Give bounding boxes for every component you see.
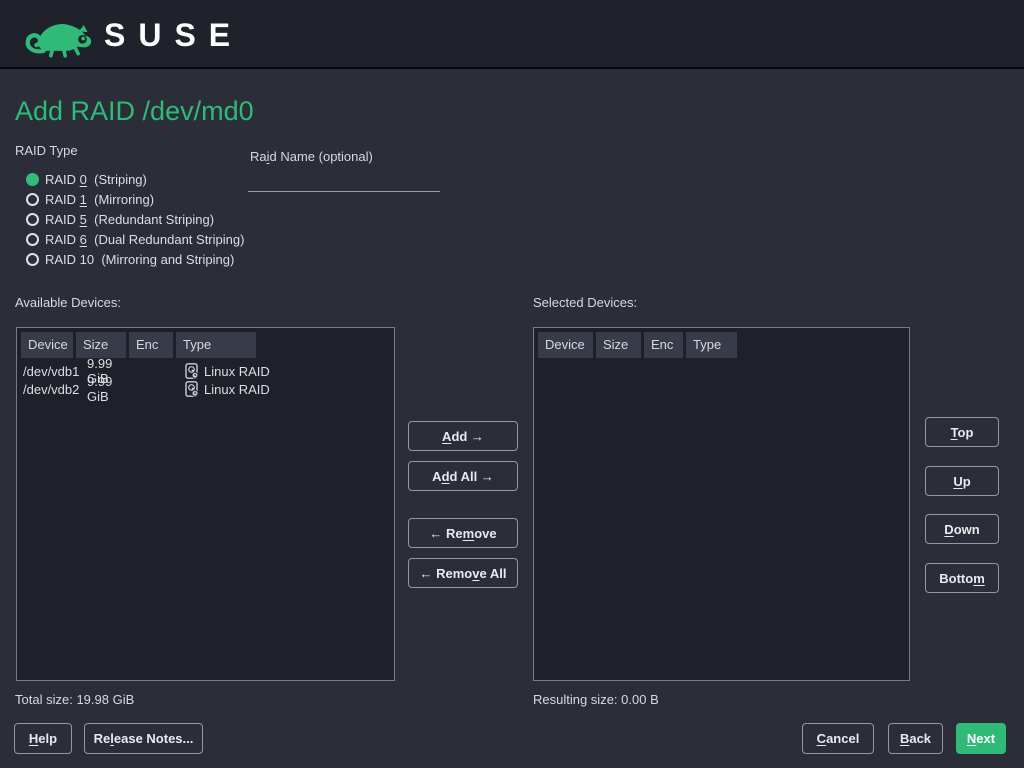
resulting-size-text: Resulting size: 0.00 B bbox=[533, 692, 659, 707]
column-header-device: Device bbox=[21, 332, 73, 358]
table-row[interactable]: /dev/vdb1 9.99 GiB Linux RAID bbox=[23, 362, 394, 380]
radio-raid-10[interactable]: RAID 10 (Mirroring and Striping) bbox=[26, 249, 244, 269]
selected-devices-label: Selected Devices: bbox=[533, 295, 637, 310]
chameleon-icon bbox=[22, 12, 94, 58]
radio-icon bbox=[26, 213, 39, 226]
partition-icon bbox=[185, 381, 198, 397]
radio-icon bbox=[26, 233, 39, 246]
radio-raid-1[interactable]: RAID 1 (Mirroring) bbox=[26, 189, 244, 209]
column-header-size: Size bbox=[76, 332, 126, 358]
remove-all-button[interactable]: ← Remove All bbox=[408, 558, 518, 588]
add-all-button[interactable]: Add All → bbox=[408, 461, 518, 491]
partition-icon bbox=[185, 363, 198, 379]
radio-icon bbox=[26, 193, 39, 206]
cell-type: Linux RAID bbox=[185, 381, 270, 397]
raid-type-label: RAID Type bbox=[15, 143, 78, 158]
next-button[interactable]: Next bbox=[956, 723, 1006, 754]
up-button[interactable]: Up bbox=[925, 466, 999, 496]
cell-type: Linux RAID bbox=[185, 363, 270, 379]
cell-device: /dev/vdb1 bbox=[23, 364, 87, 379]
available-devices-label: Available Devices: bbox=[15, 295, 121, 310]
radio-icon bbox=[26, 253, 39, 266]
radio-raid-0[interactable]: RAID 0 (Striping) bbox=[26, 169, 244, 189]
raid-type-group: RAID 0 (Striping) RAID 1 (Mirroring) RAI… bbox=[26, 169, 244, 269]
topbar: SUSE bbox=[0, 0, 1024, 69]
cell-device: /dev/vdb2 bbox=[23, 382, 87, 397]
page-title: Add RAID /dev/md0 bbox=[15, 96, 254, 127]
column-header-enc: Enc bbox=[644, 332, 683, 358]
column-header-enc: Enc bbox=[129, 332, 173, 358]
table-row[interactable]: /dev/vdb2 9.99 GiB Linux RAID bbox=[23, 380, 394, 398]
column-header-device: Device bbox=[538, 332, 593, 358]
top-button[interactable]: Top bbox=[925, 417, 999, 447]
add-button[interactable]: Add → bbox=[408, 421, 518, 451]
help-button[interactable]: Help bbox=[14, 723, 72, 754]
release-notes-button[interactable]: Release Notes... bbox=[84, 723, 203, 754]
radio-raid-5[interactable]: RAID 5 (Redundant Striping) bbox=[26, 209, 244, 229]
selected-devices-table[interactable]: Device Size Enc Type bbox=[533, 327, 910, 681]
available-devices-table[interactable]: Device Size Enc Type /dev/vdb1 9.99 GiB … bbox=[16, 327, 395, 681]
suse-logo: SUSE bbox=[22, 12, 243, 58]
remove-button[interactable]: ← Remove bbox=[408, 518, 518, 548]
radio-label: RAID 0 (Striping) bbox=[45, 172, 147, 187]
radio-label: RAID 5 (Redundant Striping) bbox=[45, 212, 214, 227]
raid-name-label: Raid Name (optional) bbox=[250, 149, 373, 164]
radio-icon bbox=[26, 173, 39, 186]
column-header-type: Type bbox=[176, 332, 256, 358]
table-header: Device Size Enc Type bbox=[534, 328, 909, 358]
table-body: /dev/vdb1 9.99 GiB Linux RAID /dev/vdb2 … bbox=[17, 358, 394, 398]
table-header: Device Size Enc Type bbox=[17, 328, 394, 358]
cell-size: 9.99 GiB bbox=[87, 374, 137, 404]
radio-label: RAID 1 (Mirroring) bbox=[45, 192, 154, 207]
table-body bbox=[534, 358, 909, 362]
down-button[interactable]: Down bbox=[925, 514, 999, 544]
radio-raid-6[interactable]: RAID 6 (Dual Redundant Striping) bbox=[26, 229, 244, 249]
radio-label: RAID 6 (Dual Redundant Striping) bbox=[45, 232, 244, 247]
total-size-text: Total size: 19.98 GiB bbox=[15, 692, 134, 707]
column-header-size: Size bbox=[596, 332, 641, 358]
column-header-type: Type bbox=[686, 332, 737, 358]
cancel-button[interactable]: Cancel bbox=[802, 723, 874, 754]
radio-label: RAID 10 (Mirroring and Striping) bbox=[45, 252, 234, 267]
logo-text: SUSE bbox=[104, 12, 243, 58]
cell-type-label: Linux RAID bbox=[204, 364, 270, 379]
bottom-button[interactable]: Bottom bbox=[925, 563, 999, 593]
raid-name-input[interactable] bbox=[248, 170, 440, 192]
back-button[interactable]: Back bbox=[888, 723, 943, 754]
cell-type-label: Linux RAID bbox=[204, 382, 270, 397]
